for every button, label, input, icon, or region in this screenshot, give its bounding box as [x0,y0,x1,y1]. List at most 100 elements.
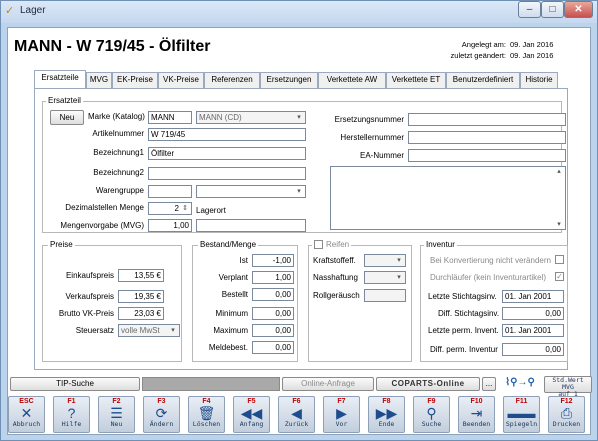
kraftstoff-dropdown[interactable]: ▾ [364,254,406,267]
tab-vk-preise[interactable]: VK-Preise [158,72,204,88]
tab-ek-preise[interactable]: EK-Preise [112,72,158,88]
tab-verkettete-et[interactable]: Verkettete ET [386,72,446,88]
maximum-field[interactable]: 0,00 [252,324,294,337]
chevron-down-icon: ▾ [297,114,301,121]
reifen-checkbox[interactable] [314,240,323,249]
bezeichnung1-label: Bezeichnung1 [93,148,144,157]
notes-textarea[interactable]: ▴ ▾ [330,166,566,230]
diff-stichtag-label: Diff. Stichtagsinv. [438,309,500,318]
fkey-anfang-button[interactable]: F5 ◀◀ Anfang [233,396,270,433]
page-title: MANN - W 719/45 - Ölfilter [14,38,211,55]
chevron-down-icon: ▾ [297,188,301,195]
brutto-vk-field[interactable]: 23,03 € [118,307,164,320]
online-anfrage-button[interactable]: Online-Anfrage [282,377,374,391]
meldebest-field[interactable]: 0,00 [252,341,294,354]
diff-perm-field[interactable]: 0,00 [502,343,564,356]
herstellernummer-field[interactable] [408,131,566,144]
fkey-hilfe-button[interactable]: F1? Hilfe [53,396,90,433]
ersatzteil-group-title: Ersatzteil [46,96,83,105]
close-button[interactable]: ✕ [564,1,593,18]
tab-verkettete-aw[interactable]: Verkettete AW [318,72,386,88]
lagerort-field[interactable] [196,219,306,232]
durchlaeufer-checkbox[interactable]: ✓ [555,272,564,281]
dezimalstellen-spinner[interactable]: 2 ⇕ [148,202,192,215]
minimize-button[interactable]: – [518,1,541,18]
fkey-drucken-button[interactable]: F12 ⎙ Drucken [548,396,585,433]
rollgeraeusch-label: Rollgeräusch [313,291,360,300]
tab-ersatzteile[interactable]: Ersatzteile [34,70,86,89]
last-icon: ▶▶ [375,405,398,421]
dezimalstellen-label: Dezimalstellen Menge [65,203,144,212]
rollgeraeusch-field[interactable] [364,289,406,302]
fkey-löschen-button[interactable]: F4 🗑 Löschen [188,396,225,433]
tab-referenzen[interactable]: Referenzen [204,72,260,88]
std-wert-mvg-button[interactable]: Std.Wert MVGauf 1 setzen [544,376,592,405]
fkey-spiegeln-button[interactable]: F11 ▬▬ Spiegeln [503,396,540,433]
scroll-down-icon[interactable]: ▾ [554,220,564,229]
fkey-zurück-button[interactable]: F6 ◀ Zurück [278,396,315,433]
tab-benutzerdefiniert[interactable]: Benutzerdefiniert [446,72,520,88]
fkey-suche-button[interactable]: F9 ⚲ Suche [413,396,450,433]
letzte-stichtag-field[interactable]: 01. Jan 2001 [502,290,564,303]
fkey-neu-button[interactable]: F2 ☰ Neu [98,396,135,433]
diff-stichtag-field[interactable]: 0,00 [502,307,564,320]
warengruppe-dropdown[interactable]: ▾ [196,185,306,198]
marke-field[interactable]: MANN [148,111,192,124]
einkaufspreis-label: Einkaufspreis [65,271,114,280]
new-star-icon: ☰ [110,405,123,421]
tab-ersetzungen[interactable]: Ersetzungen [260,72,318,88]
app-icon: ✓ [5,5,15,17]
mengenvorgabe-label: Mengenvorgabe (MVG) [60,221,144,230]
marke-label: Marke (Katalog) [88,112,145,121]
marke-katalog-dropdown[interactable]: MANN (CD) ▾ [196,111,306,124]
print-icon: ⎙ [560,405,573,421]
fkey-beenden-button[interactable]: F10 ⇥ Beenden [458,396,495,433]
fkey-label: Ändern [149,420,174,428]
artikelnummer-field[interactable]: W 719/45 [148,128,306,141]
letzte-perm-field[interactable]: 01. Jan 2001 [502,324,564,337]
minimum-field[interactable]: 0,00 [252,307,294,320]
new-button[interactable]: Neu [50,110,84,125]
back-icon: ◀ [291,405,302,421]
bestellt-label: Bestellt [221,290,248,299]
more-button[interactable]: ... [482,377,496,391]
online-connect-icon[interactable]: ⌇⚲→⚲ [498,377,542,391]
forward-icon: ▶ [336,405,347,421]
fkey-label: Zurück [284,420,309,428]
changed-label: zuletzt geändert: [450,51,506,60]
fkey-ende-button[interactable]: F8 ▶▶ Ende [368,396,405,433]
verkaufspreis-label: Verkaufspreis [65,292,114,301]
fkey-label: Drucken [552,420,581,428]
einkaufspreis-field[interactable]: 13,55 € [118,269,164,282]
verkaufspreis-field[interactable]: 19,35 € [118,290,164,303]
maximize-button[interactable]: □ [541,1,564,18]
bestellt-field[interactable]: 0,00 [252,288,294,301]
fkey-ändern-button[interactable]: F3 ⟳ Ändern [143,396,180,433]
scroll-up-icon[interactable]: ▴ [554,167,564,176]
tab-mvg[interactable]: MVG [86,72,112,88]
bezeichnung2-field[interactable] [148,167,306,180]
fkey-abbruch-button[interactable]: ESC ✕ Abbruch [8,396,45,433]
verplant-field[interactable]: 1,00 [252,271,294,284]
ist-label: Ist [239,256,248,265]
letzte-stichtag-label: Letzte Stichtagsinv. [428,292,497,301]
ist-field[interactable]: -1,00 [252,254,294,267]
mengenvorgabe-field[interactable]: 1,00 [148,219,192,232]
nasshaftung-dropdown[interactable]: ▾ [364,271,406,284]
steuersatz-dropdown[interactable]: volle MwSt ▾ [118,324,180,337]
warengruppe-field[interactable] [148,185,192,198]
bezeichnung1-field[interactable]: Ölfilter [148,147,306,160]
ea-nummer-field[interactable] [408,149,566,162]
durchlaeufer-label: Durchläufer (kein Inventurartikel) [430,273,547,282]
first-icon: ◀◀ [240,405,263,421]
konvertierung-checkbox[interactable] [555,255,564,264]
tab-historie[interactable]: Historie [520,72,558,88]
spinner-arrows-icon[interactable]: ⇕ [180,204,190,213]
fkey-label: Beenden [462,420,491,428]
fkey-label: Ende [378,420,395,428]
coparts-online-button[interactable]: COPARTS-Online [376,377,480,391]
tip-suche-button[interactable]: TIP-Suche [10,377,140,391]
lagerort-label: Lagerort [196,206,226,215]
fkey-vor-button[interactable]: F7 ▶ Vor [323,396,360,433]
ersetzungsnummer-field[interactable] [408,113,566,126]
